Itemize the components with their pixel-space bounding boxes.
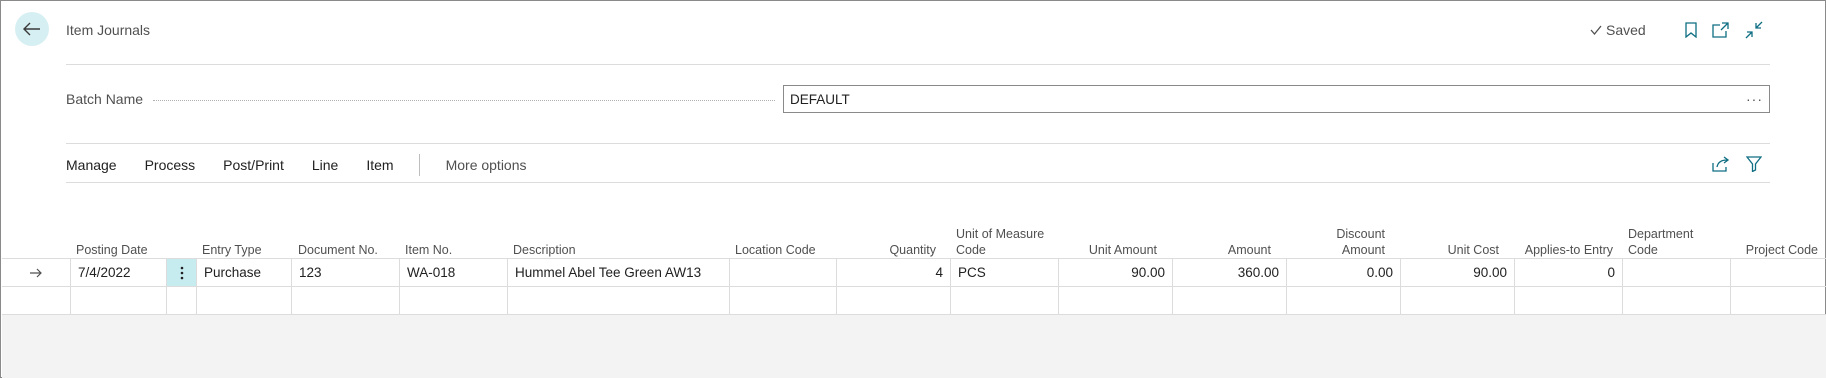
row-indicator <box>2 259 71 286</box>
cell-department-code[interactable] <box>1623 259 1731 286</box>
col-header-department-line1: Department <box>1628 227 1694 241</box>
cell-posting-date[interactable] <box>71 287 167 314</box>
col-header-posting-date[interactable]: Posting Date <box>76 216 166 258</box>
col-header-location-code[interactable]: Location Code <box>735 216 835 258</box>
col-header-unit-cost[interactable]: Unit Cost <box>1402 216 1499 258</box>
cell-posting-date[interactable]: 7/4/2022 <box>71 259 167 286</box>
cell-unit-cost[interactable] <box>1401 287 1515 314</box>
filter-button[interactable] <box>1743 153 1765 175</box>
cell-unit-of-measure-code[interactable] <box>951 287 1059 314</box>
action-bar: Manage Process Post/Print Line Item More… <box>66 154 555 176</box>
cell-unit-amount[interactable] <box>1059 287 1173 314</box>
cell-discount-amount[interactable] <box>1287 287 1401 314</box>
saved-label: Saved <box>1606 22 1646 38</box>
col-header-uom-line1: Unit of Measure <box>956 227 1045 241</box>
cell-amount[interactable] <box>1173 287 1287 314</box>
action-manage[interactable]: Manage <box>66 157 117 173</box>
cell-unit-of-measure-code[interactable]: PCS <box>951 259 1059 286</box>
cell-department-code[interactable] <box>1623 287 1731 314</box>
row-actions-button[interactable] <box>167 259 197 286</box>
back-button[interactable] <box>15 12 49 46</box>
col-header-amount[interactable]: Amount <box>1174 216 1271 258</box>
grid-empty-area <box>2 314 1826 378</box>
col-header-discount-amount[interactable]: Discount Amount <box>1288 216 1385 258</box>
batch-name-value: DEFAULT <box>790 91 850 107</box>
vertical-ellipsis-icon <box>180 266 183 279</box>
cell-entry-type[interactable] <box>197 287 292 314</box>
col-header-unit-amount[interactable]: Unit Amount <box>1060 216 1157 258</box>
col-header-quantity[interactable]: Quantity <box>837 216 936 258</box>
table-row[interactable]: 7/4/2022 Purchase 123 WA-018 Hummel Abel… <box>2 258 1826 286</box>
leader-dots <box>153 100 775 101</box>
share-icon <box>1712 156 1730 172</box>
collapse-icon <box>1745 21 1763 39</box>
col-header-uom-line2: Code <box>956 243 986 257</box>
page-title: Item Journals <box>66 22 151 38</box>
action-post-print[interactable]: Post/Print <box>223 157 284 173</box>
checkmark-icon <box>1590 25 1602 35</box>
col-header-document-no[interactable]: Document No. <box>298 216 398 258</box>
bookmark-icon <box>1685 22 1697 38</box>
arrow-right-icon <box>30 268 42 277</box>
batch-name-field[interactable]: DEFAULT ··· <box>783 85 1770 113</box>
col-header-department-line2: Code <box>1628 243 1658 257</box>
row-actions-slot <box>167 287 197 314</box>
arrow-left-icon <box>23 22 40 36</box>
action-process[interactable]: Process <box>145 157 196 173</box>
divider <box>66 64 1770 65</box>
collapse-button[interactable] <box>1743 19 1765 41</box>
cell-quantity[interactable]: 4 <box>837 259 951 286</box>
cell-document-no[interactable] <box>292 287 400 314</box>
cell-entry-type[interactable]: Purchase <box>197 259 292 286</box>
batch-lookup-button[interactable]: ··· <box>1746 91 1763 107</box>
cell-document-no[interactable]: 123 <box>292 259 400 286</box>
cell-location-code[interactable] <box>730 287 837 314</box>
cell-applies-to-entry[interactable] <box>1515 287 1623 314</box>
save-status: Saved <box>1590 22 1646 38</box>
divider <box>66 182 1770 183</box>
col-header-project-code[interactable]: Project Code <box>1718 216 1818 258</box>
open-new-window-icon <box>1712 22 1729 38</box>
cell-amount[interactable]: 360.00 <box>1173 259 1287 286</box>
col-header-applies-to-entry[interactable]: Applies-to Entry <box>1508 216 1613 258</box>
row-indicator <box>2 287 71 314</box>
cell-location-code[interactable] <box>730 259 837 286</box>
table-row-empty[interactable] <box>2 286 1826 314</box>
cell-discount-amount[interactable]: 0.00 <box>1287 259 1401 286</box>
col-header-department-code[interactable]: Department Code <box>1628 216 1728 258</box>
action-separator <box>418 154 420 176</box>
cell-item-no[interactable]: WA-018 <box>400 259 508 286</box>
open-in-new-window-button[interactable] <box>1710 19 1732 41</box>
cell-unit-cost[interactable]: 90.00 <box>1401 259 1515 286</box>
col-header-unit-of-measure-code[interactable]: Unit of Measure Code <box>956 216 1056 258</box>
cell-project-code[interactable] <box>1731 259 1826 286</box>
cell-description[interactable] <box>508 287 730 314</box>
cell-applies-to-entry[interactable]: 0 <box>1515 259 1623 286</box>
cell-unit-amount[interactable]: 90.00 <box>1059 259 1173 286</box>
col-header-discount-line2: Amount <box>1341 243 1385 257</box>
col-header-item-no[interactable]: Item No. <box>405 216 505 258</box>
cell-item-no[interactable] <box>400 287 508 314</box>
app-window: Item Journals Saved Batch Name DEFAULT ·… <box>0 0 1826 378</box>
col-header-discount-line1: Discount <box>1336 227 1385 241</box>
cell-description[interactable]: Hummel Abel Tee Green AW13 <box>508 259 730 286</box>
divider <box>66 143 1770 144</box>
cell-project-code[interactable] <box>1731 287 1826 314</box>
cell-quantity[interactable] <box>837 287 951 314</box>
action-line[interactable]: Line <box>312 157 338 173</box>
col-header-description[interactable]: Description <box>513 216 713 258</box>
filter-icon <box>1746 156 1762 172</box>
bookmark-button[interactable] <box>1680 19 1702 41</box>
batch-name-label: Batch Name <box>66 91 144 107</box>
more-options-button[interactable]: More options <box>446 157 527 173</box>
action-item[interactable]: Item <box>366 157 393 173</box>
col-header-entry-type[interactable]: Entry Type <box>202 216 292 258</box>
share-button[interactable] <box>1710 153 1732 175</box>
